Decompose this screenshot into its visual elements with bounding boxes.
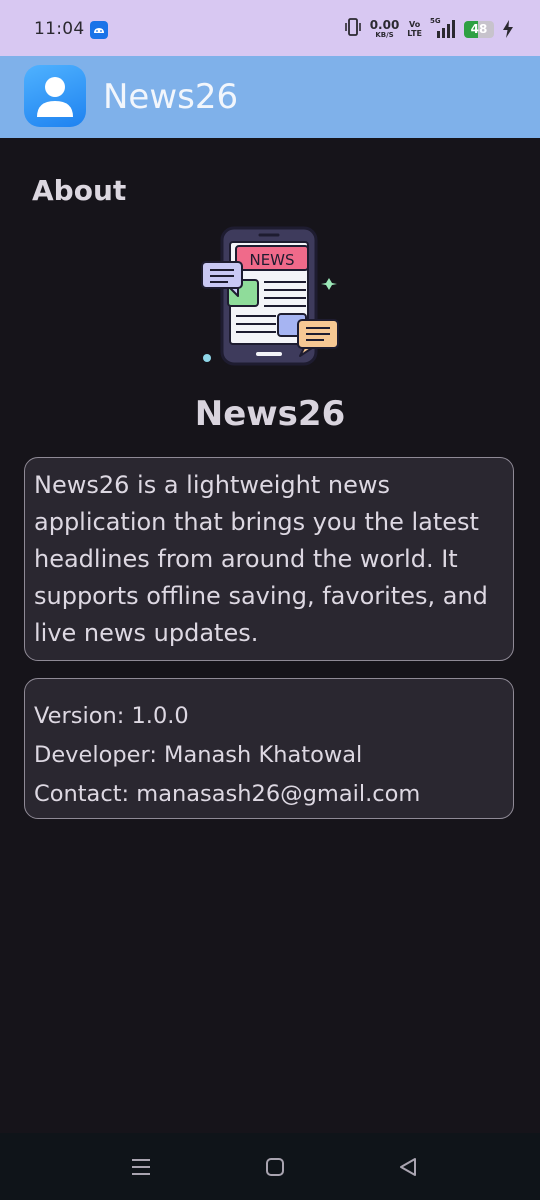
back-icon[interactable] — [394, 1153, 422, 1181]
charging-icon — [502, 20, 514, 38]
developer-text: Developer: Manash Khatowal — [34, 742, 363, 768]
news-phone-illustration: NEWS — [194, 224, 344, 370]
network-speed: 0.00 KB/S — [370, 19, 400, 40]
version-text: Version: 1.0.0 — [34, 703, 189, 729]
status-bar: 11:04 0.00 KB/S Vo LTE 5G 48 — [0, 0, 540, 56]
android-notification-icon — [90, 21, 108, 39]
news-badge-text: NEWS — [249, 251, 294, 269]
person-icon[interactable] — [24, 65, 86, 127]
battery-level: 48 — [470, 21, 488, 36]
volte-top: Vo — [409, 20, 421, 29]
signal-icon: 5G — [430, 17, 456, 39]
app-bar-title: News26 — [103, 77, 239, 117]
navigation-bar — [0, 1133, 540, 1200]
volte-indicator: Vo LTE — [407, 20, 422, 38]
info-card: Version: 1.0.0 Developer: Manash Khatowa… — [24, 678, 514, 819]
vibrate-icon — [344, 17, 362, 41]
volte-bottom: LTE — [407, 29, 422, 38]
home-icon[interactable] — [261, 1153, 289, 1181]
description-text: News26 is a lightweight news application… — [34, 471, 488, 647]
description-card: News26 is a lightweight news application… — [24, 457, 514, 661]
contact-text[interactable]: Contact: manasash26@gmail.com — [34, 775, 504, 814]
battery-icon: 48 — [464, 20, 494, 38]
status-time: 11:04 — [34, 19, 85, 39]
network-speed-value: 0.00 — [369, 17, 400, 32]
recents-icon[interactable] — [127, 1153, 155, 1181]
status-icons: 0.00 KB/S Vo LTE 5G 48 — [344, 17, 514, 41]
app-name: News26 — [194, 394, 346, 434]
network-speed-unit: KB/S — [375, 30, 394, 39]
app-bar: News26 — [0, 56, 540, 138]
about-heading: About — [32, 174, 127, 207]
